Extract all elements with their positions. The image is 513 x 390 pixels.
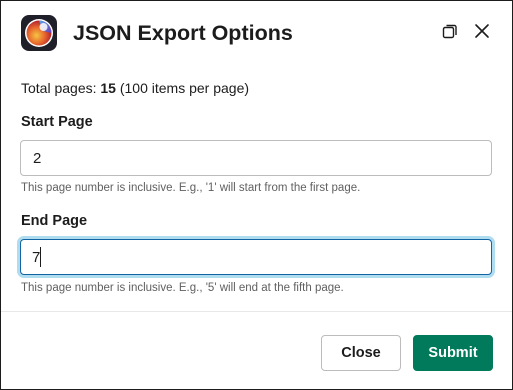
text-caret	[40, 247, 41, 267]
dialog-title: JSON Export Options	[73, 21, 293, 45]
summary-suffix: (100 items per page)	[115, 80, 250, 96]
total-pages-count: 15	[100, 80, 116, 96]
end-page-input[interactable]	[20, 239, 492, 275]
submit-button[interactable]: Submit	[413, 335, 493, 371]
export-options-dialog: JSON Export Options Total pages: 15 (100…	[0, 0, 513, 390]
summary-prefix: Total pages:	[21, 80, 101, 96]
close-dialog-button[interactable]	[470, 21, 494, 45]
app-logo-icon	[21, 15, 57, 51]
restore-window-icon	[442, 23, 458, 44]
total-pages-summary: Total pages: 15 (100 items per page)	[21, 79, 249, 97]
footer-divider	[1, 311, 512, 312]
end-page-hint: This page number is inclusive. E.g., '5'…	[21, 282, 344, 294]
dialog-header: JSON Export Options	[1, 1, 512, 65]
close-icon	[474, 23, 490, 44]
start-page-label: Start Page	[21, 114, 93, 130]
close-button[interactable]: Close	[321, 335, 401, 371]
restore-window-button[interactable]	[438, 21, 462, 45]
end-page-label: End Page	[21, 213, 88, 229]
start-page-input[interactable]	[20, 140, 492, 176]
start-page-hint: This page number is inclusive. E.g., '1'…	[21, 182, 361, 194]
